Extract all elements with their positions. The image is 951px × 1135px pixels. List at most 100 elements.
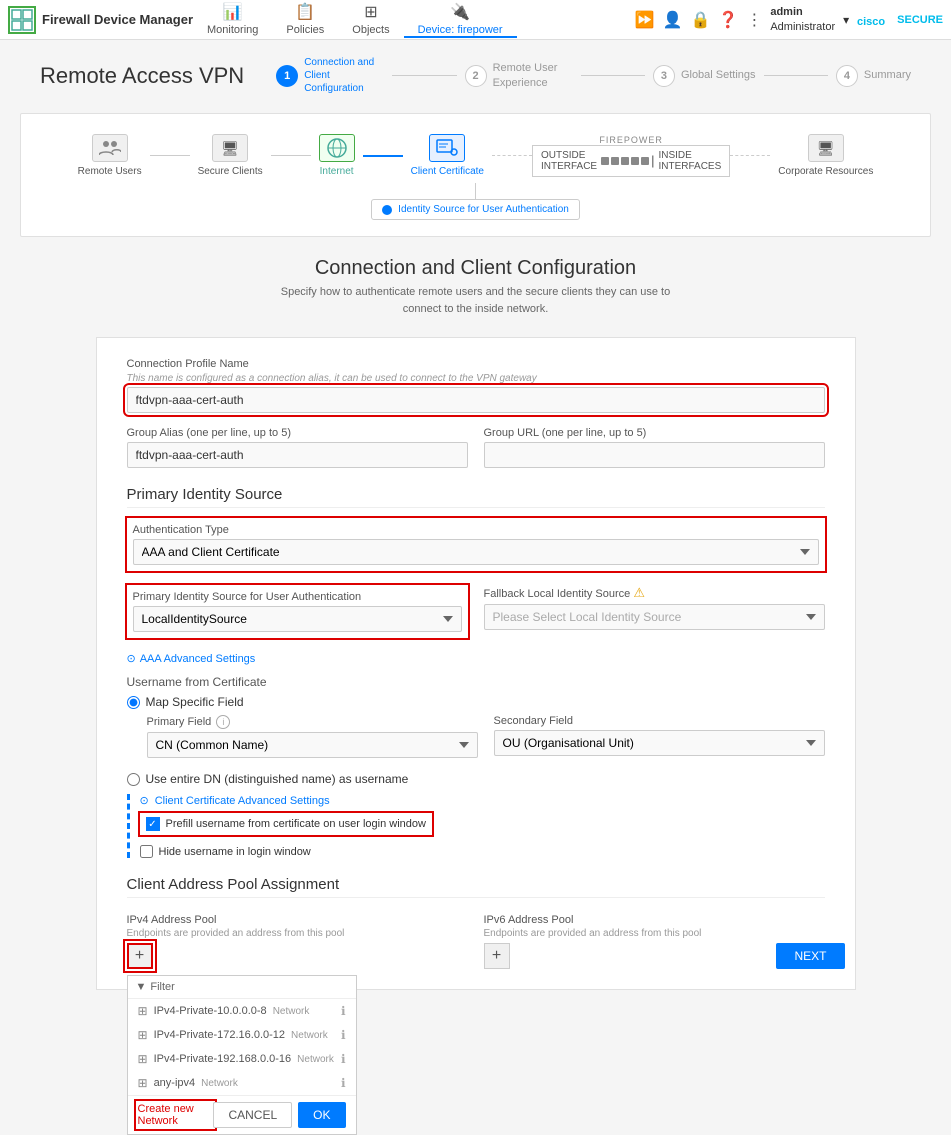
advanced-collapse-icon: ⊙ [140, 794, 149, 807]
primary-field-info-icon[interactable]: i [216, 715, 230, 729]
lock-icon[interactable]: 🔒 [690, 10, 710, 30]
corporate-label: Corporate Resources [778, 166, 873, 177]
port-dot-2 [611, 157, 619, 165]
aaa-link-label: AAA Advanced Settings [140, 653, 256, 665]
user-dropdown-arrow[interactable]: ▾ [843, 13, 849, 27]
item-info-0[interactable]: ℹ [341, 1004, 346, 1018]
port-dot-4 [631, 157, 639, 165]
primary-source-label: Primary Identity Source for User Authent… [133, 591, 462, 603]
map-specific-radio-row: Map Specific Field [127, 695, 825, 709]
step-label-2: Remote User Experience [493, 61, 573, 90]
topo-vert-line [475, 183, 476, 199]
step-label-3: Global Settings [681, 68, 756, 82]
prefill-checkbox-row: ✓ Prefill username from certificate on u… [140, 813, 432, 835]
help-icon[interactable]: ❓ [718, 10, 738, 30]
map-specific-radio[interactable] [127, 696, 140, 709]
use-dn-label: Use entire DN (distinguished name) as us… [146, 772, 409, 786]
advanced-section-label: Client Certificate Advanced Settings [155, 795, 330, 807]
firepower-box: OUTSIDEINTERFACE | INSIDEINTERFACES [532, 145, 730, 177]
main-content: Connection and Client Configuration Spec… [0, 247, 951, 1010]
group-alias-label: Group Alias (one per line, up to 5) [127, 427, 468, 439]
inside-ifaces-label: INSIDEINTERFACES [658, 150, 721, 172]
dropdown-scroll[interactable]: ⊞ IPv4-Private-10.0.0.0-8 Network ℹ ⊞ IP… [128, 999, 356, 1095]
item-label-2: IPv4-Private-192.168.0.0-16 [154, 1053, 292, 1065]
topo-identity: Identity Source for User Authentication [371, 199, 580, 220]
user-icon[interactable]: 👤 [663, 10, 683, 30]
primary-field-select[interactable]: CN (Common Name) [147, 732, 478, 758]
filter-label: Filter [150, 981, 174, 993]
topo-ports: | [601, 153, 654, 168]
fallback-label: Fallback Local Identity Source ⚠ [484, 585, 825, 601]
item-info-2[interactable]: ℹ [341, 1052, 346, 1066]
wizard-step-1: 1 Connection and Client Configuration [276, 56, 384, 95]
topology-row: Remote Users 🖥 Secure Clients Internet C… [37, 130, 914, 181]
app-title: Firewall Device Manager [42, 12, 193, 27]
nav-objects[interactable]: ⊞ Objects [338, 2, 403, 38]
group-alias-input[interactable] [127, 442, 468, 468]
identity-source-row: Primary Identity Source for User Authent… [127, 585, 825, 638]
nav-policies[interactable]: 📋 Policies [272, 2, 338, 38]
pool-section-title: Client Address Pool Assignment [127, 876, 825, 898]
step-label-1: Connection and Client Configuration [304, 56, 384, 95]
ipv6-add-button[interactable]: + [484, 943, 510, 969]
dropdown-item-3[interactable]: ⊞ any-ipv4 Network ℹ [128, 1071, 356, 1095]
next-button[interactable]: NEXT [776, 943, 844, 969]
client-cert-advanced-header[interactable]: ⊙ Client Certificate Advanced Settings [140, 794, 825, 807]
remote-users-icon [92, 134, 128, 162]
objects-icon: ⊞ [364, 2, 377, 22]
connection-profile-hint: This name is configured as a connection … [127, 373, 825, 384]
create-network-link[interactable]: Create new Network [138, 1103, 214, 1127]
hide-username-checkbox[interactable] [140, 845, 153, 858]
pool-section: IPv4 Address Pool Endpoints are provided… [127, 914, 825, 969]
topo-line-2 [271, 155, 311, 156]
corporate-icon: 🖥 [808, 134, 844, 162]
aaa-advanced-link[interactable]: ⊙ AAA Advanced Settings [127, 652, 825, 665]
topo-line-1 [150, 155, 190, 156]
secondary-field-select[interactable]: OU (Organisational Unit) [494, 730, 825, 756]
dropdown-item-2[interactable]: ⊞ IPv4-Private-192.168.0.0-16 Network ℹ [128, 1047, 356, 1071]
step-circle-4: 4 [836, 65, 858, 87]
cancel-button[interactable]: CANCEL [213, 1102, 292, 1128]
group-url-input[interactable] [484, 442, 825, 468]
item-info-1[interactable]: ℹ [341, 1028, 346, 1042]
item-info-3[interactable]: ℹ [341, 1076, 346, 1090]
fallback-warning-icon: ⚠ [633, 585, 645, 600]
client-cert-icon [429, 134, 465, 162]
ipv4-pool-label: IPv4 Address Pool [127, 914, 468, 926]
auth-type-select[interactable]: AAA and Client Certificate AAA Only Clie… [133, 539, 819, 565]
nav-device[interactable]: 🔌 Device: firepower [404, 2, 517, 38]
prefill-checkbox[interactable]: ✓ [146, 817, 160, 831]
item-tag-2: Network [297, 1054, 334, 1065]
topo-client-cert: Client Certificate [403, 130, 492, 181]
top-nav: Firewall Device Manager 📊 Monitoring 📋 P… [0, 0, 951, 40]
ok-button[interactable]: OK [298, 1102, 345, 1128]
port-dot-3 [621, 157, 629, 165]
ipv4-add-button[interactable]: + [127, 943, 153, 969]
svg-text:cisco: cisco [857, 16, 885, 28]
dropdown-item-1[interactable]: ⊞ IPv4-Private-172.16.0.0-12 Network ℹ [128, 1023, 356, 1047]
use-dn-radio-row: Use entire DN (distinguished name) as us… [127, 772, 825, 786]
logo-area: Firewall Device Manager [8, 6, 193, 34]
use-dn-radio[interactable] [127, 773, 140, 786]
deploy-icon[interactable]: ⏩ [635, 10, 655, 30]
item-label-1: IPv4-Private-172.16.0.0-12 [154, 1029, 285, 1041]
step-circle-2: 2 [465, 65, 487, 87]
ipv6-pool-col: IPv6 Address Pool Endpoints are provided… [484, 914, 825, 969]
page-title: Remote Access VPN [40, 63, 244, 89]
item-label-0: IPv4-Private-10.0.0.0-8 [154, 1005, 267, 1017]
nav-monitoring[interactable]: 📊 Monitoring [193, 2, 272, 38]
more-icon[interactable]: ⋮ [746, 10, 762, 30]
connection-profile-input[interactable] [127, 387, 825, 413]
step-divider-1 [392, 75, 456, 76]
primary-field-col: Primary Field i CN (Common Name) [147, 715, 478, 758]
primary-source-col: Primary Identity Source for User Authent… [127, 585, 468, 638]
nav-objects-label: Objects [352, 24, 389, 36]
topo-remote-users: Remote Users [70, 130, 150, 181]
dropdown-item-0[interactable]: ⊞ IPv4-Private-10.0.0.0-8 Network ℹ [128, 999, 356, 1023]
primary-source-select[interactable]: LocalIdentitySource [133, 606, 462, 632]
fallback-select[interactable]: Please Select Local Identity Source [484, 604, 825, 630]
topo-secure-clients: 🖥 Secure Clients [190, 130, 271, 181]
item-label-3: any-ipv4 [154, 1077, 196, 1089]
hide-username-checkbox-row: Hide username in login window [140, 845, 825, 858]
hide-username-label: Hide username in login window [159, 846, 311, 858]
